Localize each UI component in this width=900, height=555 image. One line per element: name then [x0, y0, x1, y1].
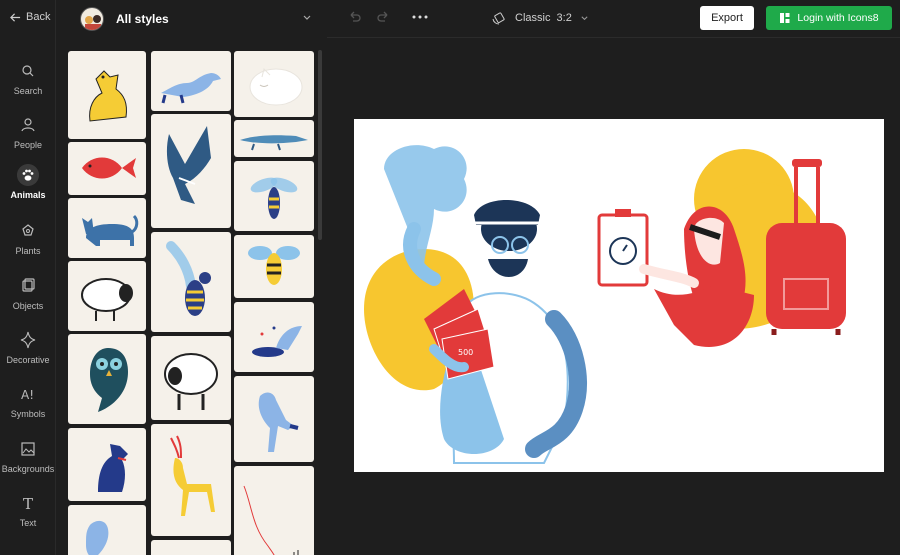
category-label: Symbols: [10, 409, 46, 419]
tile-blue-cat[interactable]: [68, 198, 146, 258]
category-rail: Back Search People Animals Plants Object…: [0, 0, 56, 555]
tile-crocodile[interactable]: [234, 120, 314, 157]
search-icon: [22, 65, 34, 77]
canvas-ratio-dropdown[interactable]: Classic 3:2: [491, 11, 589, 25]
paw-icon: [17, 164, 39, 186]
redo-icon[interactable]: [377, 11, 391, 25]
category-symbols[interactable]: A! Symbols: [0, 383, 56, 419]
svg-text:T: T: [23, 495, 33, 513]
rotate-icon: [492, 12, 505, 25]
tile-bee[interactable]: [234, 235, 314, 298]
sparkle-icon: [20, 331, 36, 349]
banknote-value: 500: [458, 348, 473, 357]
tile-blue-dog[interactable]: [68, 505, 146, 555]
tile-dog-jumping[interactable]: [234, 376, 314, 462]
design-canvas[interactable]: 500: [354, 119, 884, 472]
more-options-icon[interactable]: [412, 14, 428, 20]
tile-white-cat[interactable]: [234, 51, 314, 117]
plant-icon: [22, 224, 34, 236]
tile-line-art[interactable]: [234, 466, 314, 555]
category-backgrounds[interactable]: Backgrounds: [0, 438, 56, 474]
category-animals[interactable]: Animals: [0, 164, 56, 200]
tile-sheep[interactable]: [68, 261, 146, 331]
category-label: Decorative: [6, 355, 50, 365]
category-label: Animals: [10, 190, 46, 200]
tile-yellow-dog[interactable]: [68, 51, 146, 139]
category-people[interactable]: People: [0, 114, 56, 150]
style-avatar: [80, 7, 104, 31]
login-label: Login with Icons8: [797, 12, 879, 24]
category-decorative[interactable]: Decorative: [0, 329, 56, 365]
app-window: Back Search People Animals Plants Object…: [0, 0, 900, 555]
category-label: Text: [19, 518, 37, 528]
tile-partial[interactable]: [151, 540, 231, 555]
image-icon: [21, 442, 35, 456]
back-button[interactable]: Back: [10, 11, 50, 23]
tile-wasp[interactable]: [234, 161, 314, 231]
style-picker-dropdown[interactable]: All styles: [56, 0, 326, 38]
tile-wasp-large[interactable]: [151, 232, 231, 332]
text-icon: T: [23, 495, 33, 513]
canvas-illustration: 500: [364, 145, 846, 464]
editor-toolbar: Classic 3:2 Export Login with Icons8: [327, 0, 900, 38]
tile-dog-sitting[interactable]: [68, 428, 146, 501]
illustration-grid: [66, 50, 316, 555]
tile-gazelle[interactable]: [151, 424, 231, 536]
svg-text:A!: A!: [21, 388, 34, 402]
undo-icon[interactable]: [347, 11, 361, 25]
tile-sheep-standing[interactable]: [151, 336, 231, 420]
login-button[interactable]: Login with Icons8: [766, 6, 892, 30]
person-icon: [21, 118, 35, 132]
category-label: Backgrounds: [1, 464, 55, 474]
objects-icon: [22, 278, 35, 292]
ratio-label: Classic 3:2: [515, 12, 572, 24]
tile-stretching-fox[interactable]: [151, 51, 231, 111]
style-picker-title: All styles: [116, 12, 169, 26]
arrow-left-icon: [10, 12, 21, 22]
category-label: Plants: [15, 246, 41, 256]
tile-eagle[interactable]: [151, 114, 231, 228]
category-search[interactable]: Search: [0, 60, 56, 96]
chevron-down-icon: [581, 15, 588, 20]
grid-scrollbar[interactable]: [318, 50, 322, 240]
category-text[interactable]: T Text: [0, 492, 56, 528]
tile-red-fish[interactable]: [68, 142, 146, 195]
category-objects[interactable]: Objects: [0, 275, 56, 311]
tile-owl[interactable]: [68, 334, 146, 424]
category-label: Objects: [12, 301, 44, 311]
symbols-icon: A!: [21, 388, 34, 402]
icons8-logo-icon: [780, 13, 790, 23]
category-label: People: [13, 140, 43, 150]
back-label: Back: [26, 11, 51, 23]
export-button[interactable]: Export: [700, 6, 754, 30]
category-plants[interactable]: Plants: [0, 220, 56, 256]
tile-fox-digging[interactable]: [234, 302, 314, 372]
category-label: Search: [13, 86, 43, 96]
chevron-down-icon: [303, 15, 311, 20]
